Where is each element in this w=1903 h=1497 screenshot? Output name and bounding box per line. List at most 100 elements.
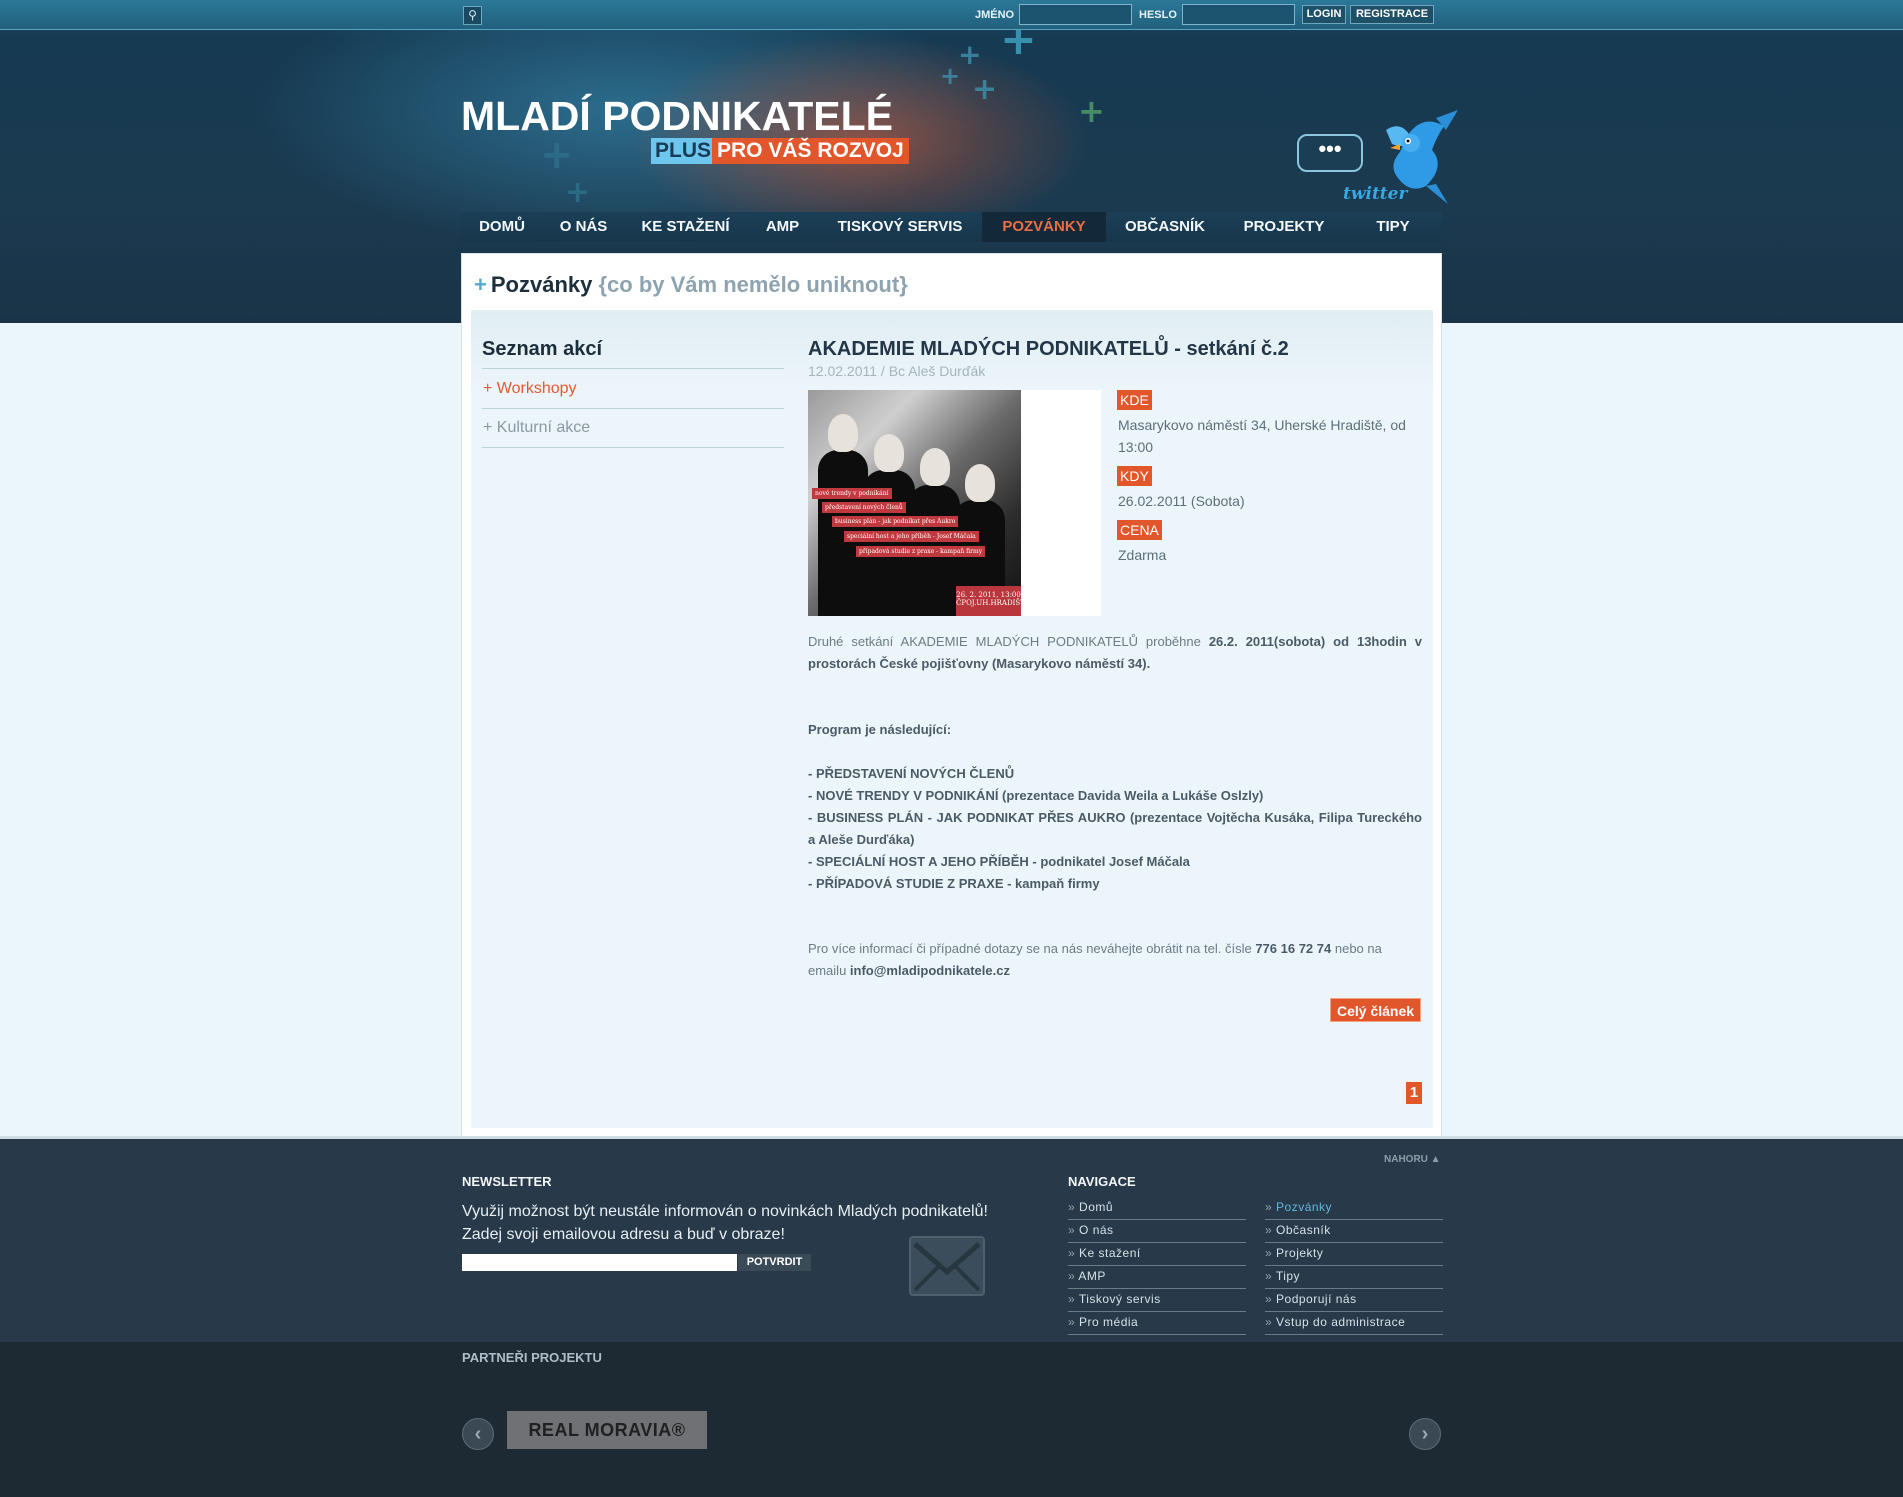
bullet: » <box>1265 1200 1273 1214</box>
footer-nav-label: Vstup do administrace <box>1276 1315 1406 1329</box>
bullet: » <box>1068 1200 1076 1214</box>
footer-nav-item-obcasnik[interactable]: » Občasník <box>1265 1220 1443 1243</box>
register-button[interactable]: REGISTRACE <box>1350 5 1434 24</box>
pagination-page-1[interactable]: 1 <box>1406 1082 1422 1104</box>
article-intro-text: Druhé setkání AKADEMIE MLADÝCH PODNIKATE… <box>808 634 1201 649</box>
page-title-text: Pozvánky <box>490 272 593 297</box>
nav-item-domu[interactable]: DOMŮ <box>461 212 543 242</box>
nav-item-o-nas[interactable]: O NÁS <box>543 212 624 242</box>
chevron-right-icon[interactable]: › <box>1409 1418 1441 1450</box>
footer-nav-label: Pro média <box>1079 1315 1139 1329</box>
article-title[interactable]: AKADEMIE MLADÝCH PODNIKATELŮ - setkání č… <box>808 338 1289 361</box>
newsletter-submit-button[interactable]: POTVRDIT <box>738 1254 811 1271</box>
photo-date-badge: 26. 2. 2011, 13:00 ČPOJ.UH.HRADIŠTĚ <box>956 586 1030 616</box>
sidebar-item-kulturni-akce[interactable]: + Kulturní akce <box>483 419 590 437</box>
bullet: » <box>1265 1315 1273 1329</box>
photo-tag: představení nových členů <box>822 502 906 513</box>
footer-nav-item-administrace[interactable]: » Vstup do administrace <box>1265 1312 1443 1335</box>
decorative-plus-icon: + <box>940 62 961 90</box>
footer-nav-label: Domů <box>1079 1200 1114 1214</box>
footer-nav-item-projekty[interactable]: » Projekty <box>1265 1243 1443 1266</box>
bullet: » <box>1265 1246 1273 1260</box>
footer-nav-item-podporuji-nas[interactable]: » Podporují nás <box>1265 1289 1443 1312</box>
footer-nav-label: O nás <box>1079 1223 1114 1237</box>
footer-nav-item-ke-stazeni[interactable]: » Ke stažení <box>1068 1243 1246 1266</box>
when-value: 26.02.2011 (Sobota) <box>1118 493 1245 509</box>
nav-item-tiskovy-servis[interactable]: TISKOVÝ SERVIS <box>818 212 982 242</box>
top-bar <box>0 0 1903 30</box>
password-label: HESLO <box>1139 9 1177 21</box>
footer-nav-label: Podporují nás <box>1276 1292 1357 1306</box>
footer-nav-item-amp[interactable]: » AMP <box>1068 1266 1246 1289</box>
program-item: - BUSINESS PLÁN - JAK PODNIKAT PŘES AUKR… <box>808 810 1422 847</box>
contact-email-link[interactable]: info@mladipodnikatele.cz <box>850 963 1010 978</box>
twitter-speech-bubble-icon[interactable]: ••• <box>1297 134 1363 172</box>
photo-date: 26. 2. 2011, 13:00 <box>956 591 1021 599</box>
article-photo[interactable]: nové trendy v podnikání představení nový… <box>808 390 1101 616</box>
footer-nav-item-o-nas[interactable]: » O nás <box>1068 1220 1246 1243</box>
decorative-plus-icon: + <box>972 72 998 107</box>
article-intro: Druhé setkání AKADEMIE MLADÝCH PODNIKATE… <box>808 631 1422 675</box>
price-label: CENA <box>1117 520 1162 540</box>
footer-nav-item-pro-media[interactable]: » Pro média <box>1068 1312 1246 1335</box>
footer-nav-item-pozvanky[interactable]: » Pozvánky <box>1265 1197 1443 1220</box>
footer-nav-item-tiskovy-servis[interactable]: » Tiskový servis <box>1068 1289 1246 1312</box>
bullet: » <box>1068 1223 1076 1237</box>
sidebar-item-workshopy[interactable]: + Workshopy <box>483 380 577 398</box>
username-input[interactable] <box>1019 4 1132 25</box>
newsletter-line: Využij možnost být neustále informován o… <box>462 1203 988 1220</box>
chevron-left-icon[interactable]: ‹ <box>462 1418 494 1450</box>
divider <box>482 447 784 448</box>
bullet: » <box>1265 1269 1273 1283</box>
full-article-button[interactable]: Celý článek <box>1330 998 1422 1022</box>
footer-nav-item-tipy[interactable]: » Tipy <box>1265 1266 1443 1289</box>
bullet: » <box>1068 1269 1076 1283</box>
bullet: » <box>1068 1315 1076 1329</box>
nav-item-ke-stazeni[interactable]: KE STAŽENÍ <box>624 212 747 242</box>
program-item: - PŘÍPADOVÁ STUDIE Z PRAXE - kampaň firm… <box>808 876 1100 891</box>
footer-nav-label: AMP <box>1078 1269 1106 1283</box>
where-value: Masarykovo náměstí 34, Uherské Hradiště,… <box>1118 417 1406 455</box>
program-list: - PŘEDSTAVENÍ NOVÝCH ČLENŮ - NOVÉ TRENDY… <box>808 763 1422 895</box>
program-heading: Program je následující: <box>808 722 952 737</box>
photo-tag: business plán - jak podnikat přes Aukro <box>832 516 959 527</box>
plus-icon: + <box>474 272 487 297</box>
partners-title: PARTNEŘI PROJEKTU <box>462 1350 602 1365</box>
nav-item-amp[interactable]: AMP <box>747 212 818 242</box>
twitter-wordmark[interactable]: twitter <box>1343 184 1407 204</box>
program-item: - PŘEDSTAVENÍ NOVÝCH ČLENŮ <box>808 766 1015 781</box>
footer-nav-label: Tiskový servis <box>1078 1292 1161 1306</box>
footer-nav-label: Pozvánky <box>1276 1200 1333 1214</box>
contact-text: Pro více informací či případné dotazy se… <box>808 941 1252 956</box>
program-item: - NOVÉ TRENDY V PODNIKÁNÍ (prezentace Da… <box>808 788 1264 803</box>
footer-nav-label: Ke stažení <box>1079 1246 1141 1260</box>
footer-nav-label: Tipy <box>1275 1269 1301 1283</box>
when-label: KDY <box>1117 466 1152 486</box>
partner-logo-real-moravia[interactable]: REAL MORAVIA® <box>507 1411 707 1449</box>
nav-item-pozvanky[interactable]: POZVÁNKY <box>982 212 1106 242</box>
photo-tag: případová studie z praxe - kampaň firmy <box>856 546 986 557</box>
photo-place: ČPOJ.UH.HRADIŠTĚ <box>956 599 1030 607</box>
back-to-top-link[interactable]: NAHORU ▲ <box>1384 1154 1441 1165</box>
bullet: » <box>1265 1223 1273 1237</box>
site-logo-plus: PLUS <box>651 138 716 164</box>
nav-item-tipy[interactable]: TIPY <box>1344 212 1442 242</box>
partners-section <box>0 1342 1903 1497</box>
footer-nav-label: Projekty <box>1276 1246 1324 1260</box>
main-navigation: DOMŮ O NÁS KE STAŽENÍ AMP TISKOVÝ SERVIS… <box>461 212 1442 242</box>
nav-item-obcasnik[interactable]: OBČASNÍK <box>1106 212 1224 242</box>
event-photo: nové trendy v podnikání představení nový… <box>808 390 1030 616</box>
decorative-plus-icon: + <box>958 38 982 71</box>
password-input[interactable] <box>1182 4 1295 25</box>
login-button[interactable]: LOGIN <box>1302 5 1346 24</box>
footer-nav-title: NAVIGACE <box>1068 1174 1136 1189</box>
search-icon[interactable]: ⚲ <box>463 6 482 25</box>
site-logo-title[interactable]: MLADÍ PODNIKATELÉ <box>461 93 893 140</box>
newsletter-email-input[interactable] <box>462 1254 737 1271</box>
footer-nav-item-domu[interactable]: » Domů <box>1068 1197 1246 1220</box>
photo-tag: nové trendy v podnikání <box>812 488 892 499</box>
photo-tag: speciální host a jeho příběh - Josef Máč… <box>844 531 979 542</box>
content-panel: + Pozvánky {co by Vám nemělo uniknout} <box>461 253 1442 1137</box>
nav-item-projekty[interactable]: PROJEKTY <box>1224 212 1344 242</box>
footer-nav-label: Občasník <box>1276 1223 1331 1237</box>
